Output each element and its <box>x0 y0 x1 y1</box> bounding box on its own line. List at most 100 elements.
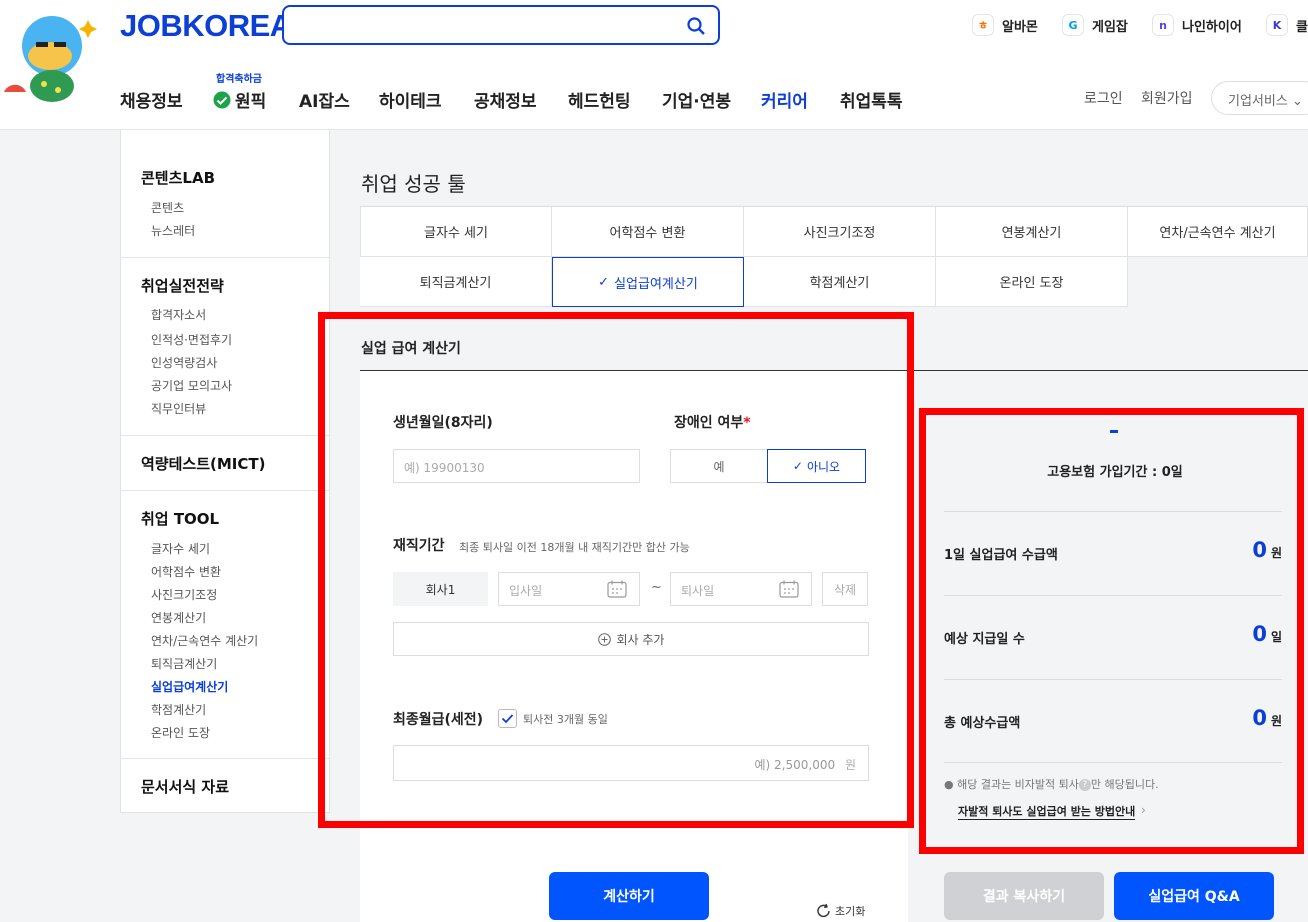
check-icon: ✓ <box>598 274 610 290</box>
result-row-total: 총 예상수급액 0원 <box>944 679 1282 763</box>
nav-item-public[interactable]: 공채정보 <box>474 87 537 112</box>
add-company-button[interactable]: 회사 추가 <box>393 622 869 656</box>
delete-company-button[interactable]: 삭제 <box>822 572 868 606</box>
family-site-gamejob[interactable]: G 게임잡 <box>1062 14 1128 36</box>
same-salary-label: 퇴사전 3개월 동일 <box>523 713 608 726</box>
tab-empty-cell <box>1128 257 1308 307</box>
tab-online-stamp[interactable]: 온라인 도장 <box>936 257 1128 307</box>
help-icon[interactable]: ? <box>1078 779 1091 791</box>
k-site-icon: K <box>1266 14 1288 36</box>
login-link[interactable]: 로그인 <box>1084 88 1123 108</box>
sidebar-section-strategy: 취업실전전략 합격자소서 인적성·면접후기 인성역량검사 공기업 모의고사 직무… <box>121 258 329 436</box>
result-dash <box>1110 430 1118 433</box>
tab-char-count[interactable]: 글자수 세기 <box>360 207 552 257</box>
sidebar-section-documents: 문서서식 자료 <box>121 759 329 813</box>
gamejob-icon: G <box>1062 14 1084 36</box>
search-icon[interactable] <box>686 16 706 36</box>
calculator-heading: 실업 급여 계산기 <box>361 341 461 357</box>
sidebar-title[interactable]: 콘텐츠LAB <box>141 167 215 188</box>
sidebar-item-active[interactable]: 실업급여계산기 <box>151 678 228 695</box>
tenure-label: 재직기간 <box>393 538 445 554</box>
albamon-icon: ㅎ <box>972 14 994 36</box>
family-site-k[interactable]: K 클 <box>1266 14 1308 36</box>
birth-input[interactable]: 예) 19900130 <box>393 449 640 483</box>
sidebar-section-mict: 역량테스트(MICT) <box>121 436 329 491</box>
reset-button[interactable]: 초기화 <box>816 903 865 919</box>
family-site-ninehire[interactable]: n 나인하이어 <box>1152 14 1242 36</box>
nav-item-hitech[interactable]: 하이테크 <box>379 87 442 112</box>
ninehire-icon: n <box>1152 14 1174 36</box>
sidebar-item[interactable]: 인적성·면접후기 <box>151 331 232 348</box>
sidebar-title[interactable]: 취업 TOOL <box>141 508 219 529</box>
copy-result-button[interactable]: 결과 복사하기 <box>944 872 1104 920</box>
page-title: 취업 성공 툴 <box>361 172 466 196</box>
mascot-character-icon <box>4 16 97 102</box>
sidebar-item[interactable]: 연봉계산기 <box>151 609 206 626</box>
calendar-icon[interactable] <box>779 580 799 598</box>
nav-item-career[interactable]: 커리어 <box>761 87 808 112</box>
calendar-icon[interactable] <box>607 580 627 598</box>
sidebar-item[interactable]: 퇴직금계산기 <box>151 655 217 672</box>
business-service-button[interactable]: 기업서비스 ⌄ <box>1211 81 1308 115</box>
sidebar-title[interactable]: 취업실전전략 <box>141 275 224 296</box>
sidebar-item[interactable]: 뉴스레터 <box>151 222 195 239</box>
header: JOBKOREA ㅎ 알바몬 G 게임잡 n 나인하이어 K 클 합격축하금 채… <box>0 0 1308 130</box>
same-salary-checkbox[interactable] <box>498 709 517 728</box>
sidebar-item[interactable]: 합격자소서 <box>151 306 206 323</box>
sidebar-section-contents: 콘텐츠LAB 콘텐츠 뉴스레터 <box>121 130 329 258</box>
tab-gpa[interactable]: 학점계산기 <box>744 257 936 307</box>
birth-label: 생년월일(8자리) <box>393 415 493 431</box>
sidebar-item[interactable]: 직무인터뷰 <box>151 400 206 417</box>
sidebar-item[interactable]: 학점계산기 <box>151 701 206 718</box>
sidebar-item[interactable]: 인성역량검사 <box>151 354 217 371</box>
sidebar-title[interactable]: 문서서식 자료 <box>141 776 229 797</box>
company-tag: 회사1 <box>393 572 488 606</box>
calculate-button[interactable]: 계산하기 <box>549 872 709 920</box>
salary-label: 최종월급(세전) <box>393 712 484 728</box>
nav-item-talk[interactable]: 취업톡톡 <box>840 87 903 112</box>
sidebar-title[interactable]: 역량테스트(MICT) <box>141 453 265 474</box>
search-input[interactable] <box>282 5 720 45</box>
tab-severance[interactable]: 퇴직금계산기 <box>360 257 552 307</box>
join-date-input[interactable]: 입사일 <box>498 572 640 606</box>
chevron-down-icon: ⌄ <box>1291 94 1303 109</box>
nav-item-jobs[interactable]: 채용정보 <box>120 87 183 112</box>
sidebar-item[interactable]: 콘텐츠 <box>151 199 184 216</box>
result-note: ● 해당 결과는 비자발적 퇴사? 만 해당됩니다. <box>944 778 1159 791</box>
chevron-right-icon: › <box>1141 803 1146 817</box>
plus-circle-icon <box>597 632 611 646</box>
sidebar: 콘텐츠LAB 콘텐츠 뉴스레터 취업실전전략 합격자소서 인적성·면접후기 인성… <box>120 130 330 813</box>
sidebar-item[interactable]: 어학점수 변환 <box>151 563 221 580</box>
nav-item-headhunting[interactable]: 헤드헌팅 <box>568 87 631 112</box>
nav-item-ai-jobs[interactable]: AI잡스 <box>299 87 350 112</box>
voluntary-resign-guide-link[interactable]: 자발적 퇴사도 실업급여 받는 방법안내 <box>958 803 1136 820</box>
sidebar-item[interactable]: 온라인 도장 <box>151 724 210 741</box>
disability-yes-button[interactable]: 예 <box>670 449 768 483</box>
sidebar-item[interactable]: 글자수 세기 <box>151 540 210 557</box>
nav-item-company-salary[interactable]: 기업·연봉 <box>662 87 731 112</box>
salary-input[interactable]: 예) 2,500,000 원 <box>393 745 869 781</box>
sidebar-item[interactable]: 공기업 모의고사 <box>151 377 232 394</box>
date-range-separator: ~ <box>651 580 662 595</box>
sidebar-item[interactable]: 연차/근속연수 계산기 <box>151 632 258 649</box>
check-badge-icon <box>213 91 231 108</box>
sidebar-item[interactable]: 사진크기조정 <box>151 586 217 603</box>
tenure-note: 최종 퇴사일 이전 18개월 내 재직기간만 합산 가능 <box>459 541 690 554</box>
onepick-badge: 합격축하금 <box>216 74 262 85</box>
qa-button[interactable]: 실업급여 Q&A <box>1114 872 1274 920</box>
leave-date-input[interactable]: 퇴사일 <box>670 572 812 606</box>
sidebar-section-tool: 취업 TOOL 글자수 세기 어학점수 변환 사진크기조정 연봉계산기 연차/근… <box>121 491 329 759</box>
tab-annual-leave[interactable]: 연차/근속연수 계산기 <box>1128 207 1308 257</box>
heading-divider <box>908 370 1308 371</box>
nav-item-onepick[interactable]: 원픽 <box>213 87 266 112</box>
jobkorea-logo[interactable]: JOBKOREA <box>120 8 292 44</box>
disability-no-button[interactable]: ✓ 아니오 <box>767 449 866 483</box>
tab-salary-calc[interactable]: 연봉계산기 <box>936 207 1128 257</box>
tab-language-score[interactable]: 어학점수 변환 <box>552 207 744 257</box>
tab-photo-resize[interactable]: 사진크기조정 <box>744 207 936 257</box>
disability-label: 장애인 여부* <box>674 415 751 431</box>
refresh-icon <box>817 903 830 918</box>
tab-unemployment[interactable]: ✓ 실업급여계산기 <box>552 257 744 307</box>
signup-link[interactable]: 회원가입 <box>1141 88 1193 108</box>
family-site-albamon[interactable]: ㅎ 알바몬 <box>972 14 1038 36</box>
